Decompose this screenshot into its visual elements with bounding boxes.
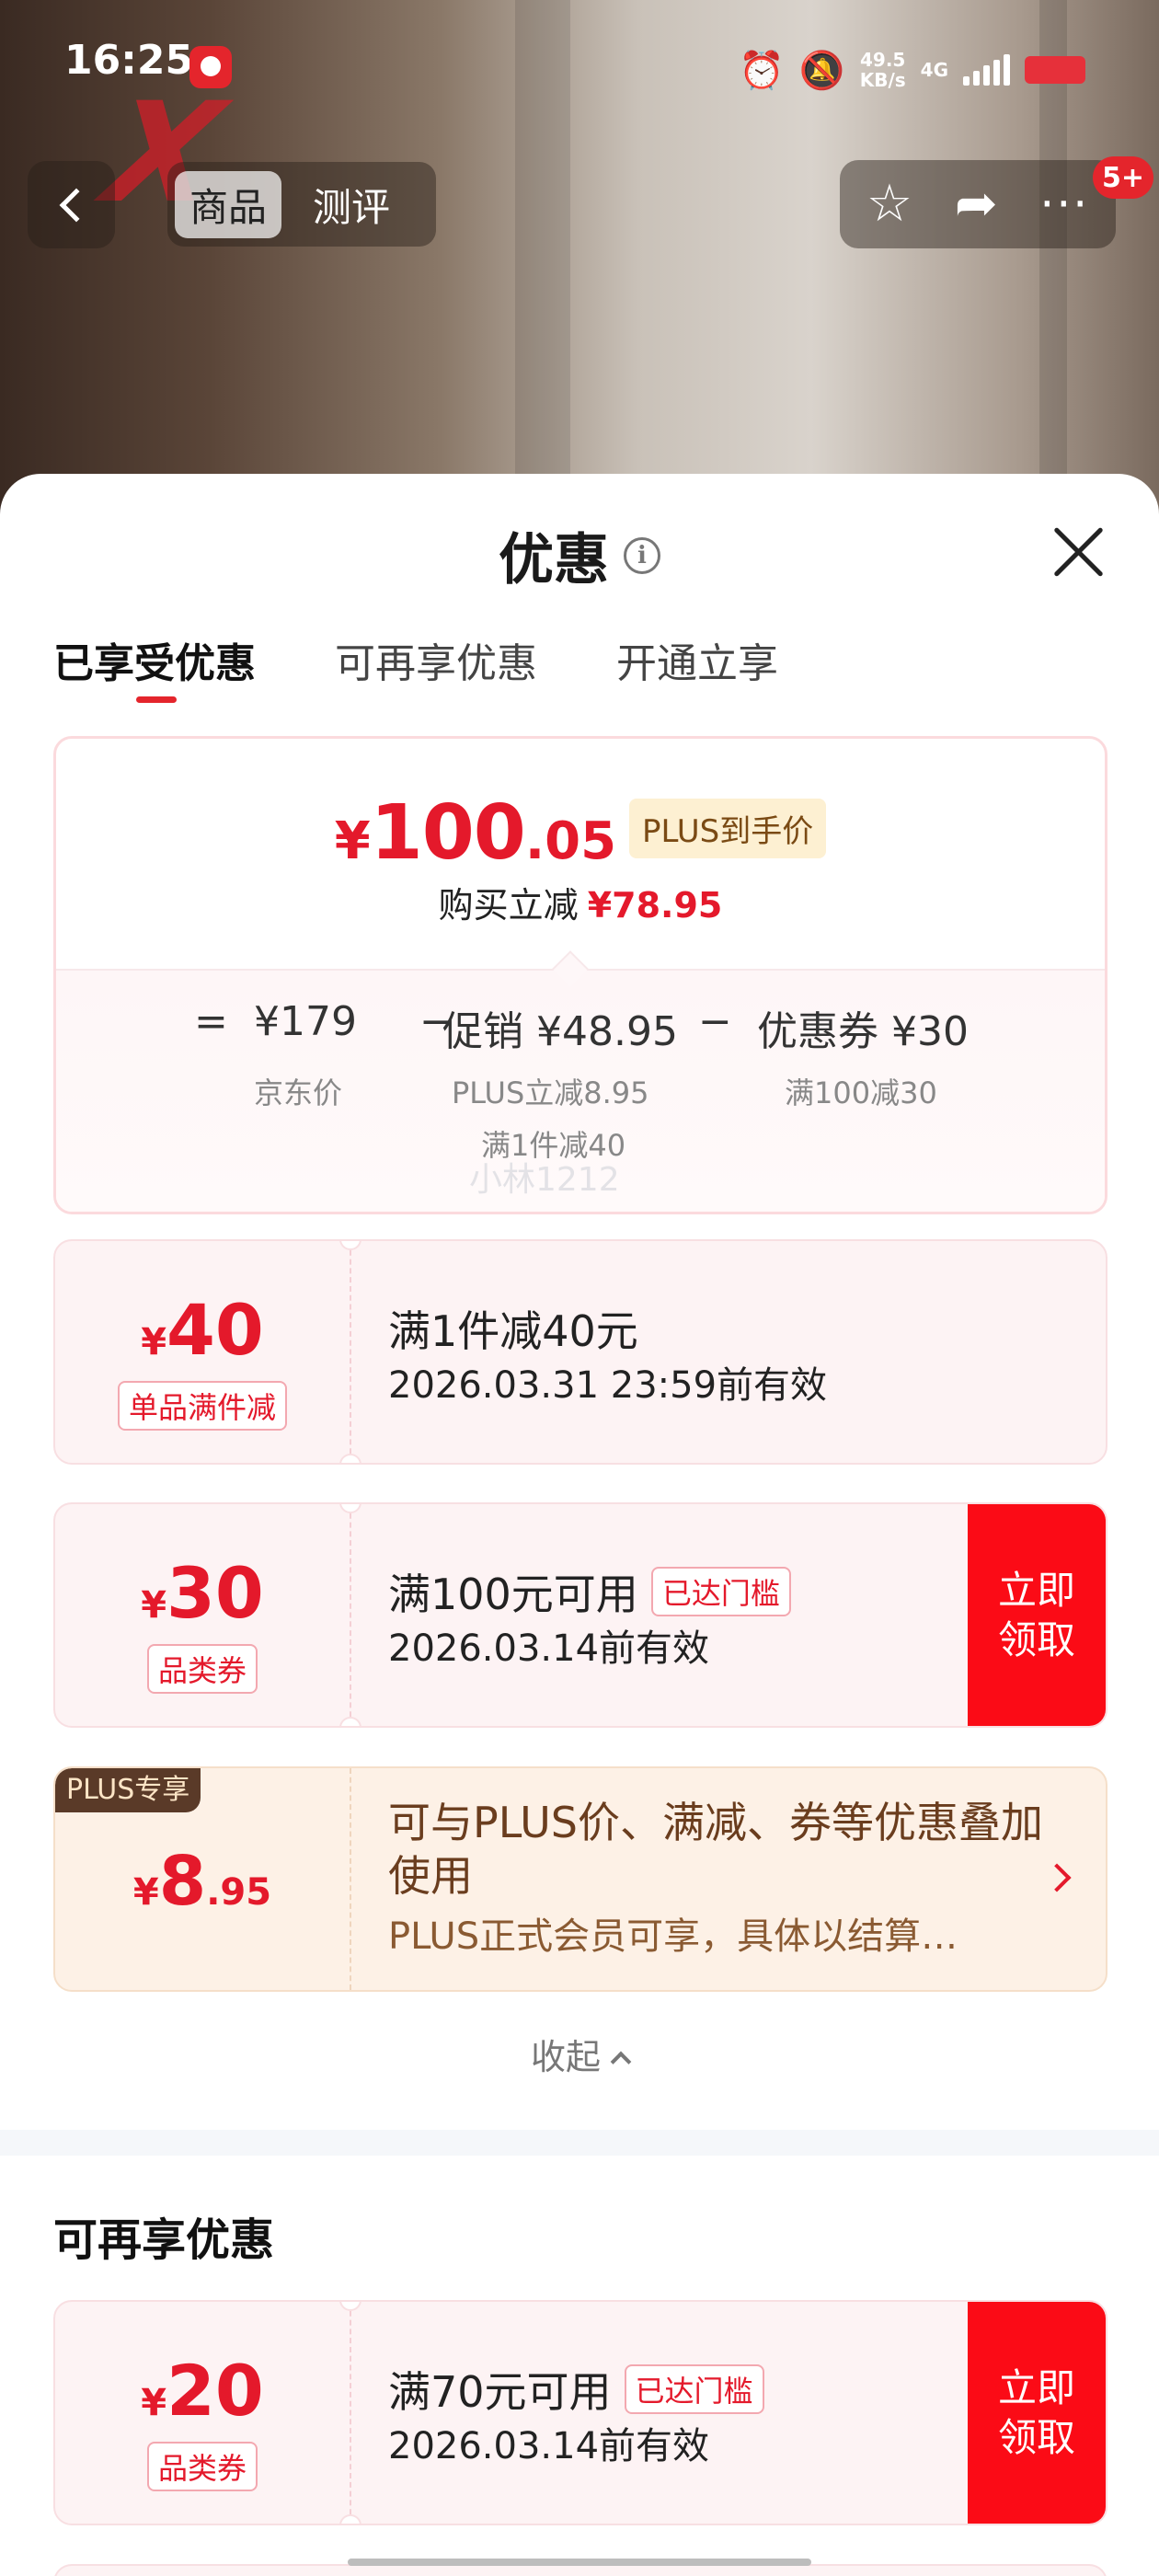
signal-icon — [963, 54, 1010, 86]
coupon-type-badge: 单品满件减 — [117, 1381, 287, 1431]
discount-tabs: 已享受优惠 可再享优惠 开通立享 — [53, 630, 778, 703]
status-bar: 16:25 ⏰ 🔕 49.5 KB/s 4G — [0, 37, 1159, 101]
collapse-button[interactable]: 收起 — [0, 2029, 1159, 2079]
coupon-amount: ¥40 — [141, 1289, 264, 1371]
watermark: 小林1212 — [469, 1161, 620, 1199]
plus-price-tag: PLUS到手价 — [629, 799, 827, 858]
close-icon[interactable] — [1050, 524, 1106, 580]
tab-product[interactable]: 商品 — [175, 170, 282, 238]
promo-amount: 促销 ¥48.95 — [442, 1008, 678, 1055]
price-breakdown: = ¥179 − 促销 ¥48.95 − 优惠券 ¥30 — [56, 998, 1105, 1072]
coupon-title: 满100元可用 已达门槛 — [388, 1561, 791, 1622]
plus-amount: ¥8.95 — [132, 1842, 272, 1921]
coupon-amount: ¥20 — [141, 2350, 264, 2432]
coupon-type-badge: 品类券 — [146, 2442, 258, 2491]
tab-more-discounts[interactable]: 可再享优惠 — [335, 630, 537, 695]
coupon-title: 满1件减40元 — [388, 1306, 638, 1356]
chevron-up-icon — [610, 2051, 632, 2073]
status-time: 16:25 — [64, 37, 194, 84]
network-type: 4G — [920, 59, 948, 81]
coupon-sub: 满100减30 — [785, 1075, 937, 1110]
final-price: ¥100.05 PLUS到手价 — [56, 789, 1105, 877]
discount-sheet: 优惠 i 已享受优惠 可再享优惠 开通立享 ¥100.05 PLUS到手价 购买立减… — [0, 474, 1159, 2576]
tab-enjoyed-discounts[interactable]: 已享受优惠 — [53, 630, 256, 703]
coupon-card: ¥20 品类券 满70元可用 已达门槛 2026.03.14前有效 立即 领取 — [53, 2300, 1107, 2525]
base-price-label: 京东价 — [254, 1075, 343, 1110]
coupon-type-badge: 品类券 — [146, 1644, 258, 1694]
section-divider — [0, 2130, 1159, 2156]
base-price: ¥179 — [254, 998, 357, 1045]
coupon-amount: 优惠券 ¥30 — [757, 1008, 969, 1055]
minus-sign: − — [698, 998, 732, 1045]
star-icon[interactable]: ☆ — [866, 177, 912, 232]
jd-app-icon — [189, 46, 232, 88]
home-indicator[interactable] — [348, 2559, 811, 2566]
nav-tabs: 商品 测评 — [167, 162, 436, 247]
instant-discount: 购买立减 ¥78.95 — [438, 885, 723, 926]
threshold-met-badge: 已达门槛 — [650, 1567, 791, 1616]
nav-tools: ☆ ➦ ··· — [840, 160, 1116, 248]
coupon-validity: 2026.03.14前有效 — [388, 2425, 710, 2467]
coupon-amount: ¥30 — [141, 1552, 264, 1634]
price-summary-card: ¥100.05 PLUS到手价 购买立减 ¥78.95 = ¥179 − 促销 ¥4… — [53, 736, 1107, 1214]
network-speed: 49.5 KB/s — [859, 49, 906, 91]
sheet-title: 优惠 i — [0, 515, 1159, 595]
chevron-left-icon — [59, 188, 93, 222]
section-title: 可再享优惠 — [53, 2214, 275, 2266]
coupon-title: 满70元可用 已达门槛 — [388, 2359, 764, 2420]
coupon-validity: 2026.03.14前有效 — [388, 1627, 710, 1670]
equals-sign: = — [194, 998, 228, 1045]
more-icon[interactable]: ··· — [1039, 177, 1089, 232]
info-icon[interactable]: i — [624, 536, 660, 574]
back-button[interactable] — [28, 161, 115, 248]
coupon-validity: 2026.03.31 23:59前有效 — [388, 1364, 828, 1407]
battery-icon — [1025, 56, 1085, 84]
alarm-icon: ⏰ — [739, 49, 785, 92]
coupon-card: ¥40 单品满件减 满1件减40元 2026.03.31 23:59前有效 — [53, 1239, 1107, 1465]
promo-sub-plus: PLUS立减8.95 — [452, 1075, 649, 1110]
plus-description: 可与PLUS价、满减、券等优惠叠加使用 — [388, 1798, 1043, 1901]
plus-note: PLUS正式会员可享，具体以结算… — [388, 1915, 958, 1958]
share-icon[interactable]: ➦ — [955, 177, 998, 232]
coupon-card: ¥30 品类券 满100元可用 已达门槛 2026.03.14前有效 立即 领取 — [53, 1502, 1107, 1728]
tab-review[interactable]: 测评 — [298, 171, 405, 238]
claim-coupon-button[interactable]: 立即 领取 — [968, 2302, 1106, 2524]
message-badge: 5+ — [1093, 156, 1154, 199]
plus-exclusive-badge: PLUS专享 — [55, 1768, 201, 1812]
claim-coupon-button[interactable]: 立即 领取 — [968, 1504, 1106, 1726]
tab-activate-plus[interactable]: 开通立享 — [616, 630, 778, 695]
mute-icon: 🔕 — [798, 49, 845, 92]
threshold-met-badge: 已达门槛 — [624, 2364, 764, 2414]
plus-discount-card[interactable]: PLUS专享 ¥8.95 可与PLUS价、满减、券等优惠叠加使用 PLUS正式会… — [53, 1766, 1107, 1992]
